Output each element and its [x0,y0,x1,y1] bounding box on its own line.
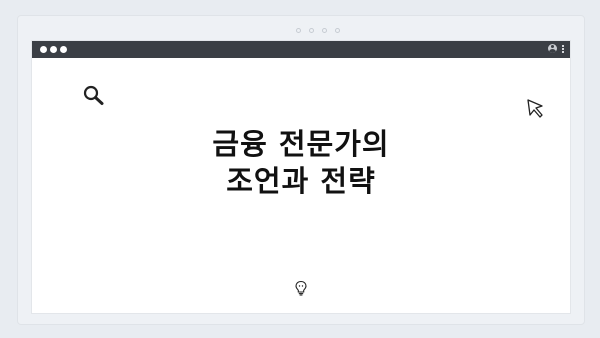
maximize-dot[interactable] [60,46,67,53]
headline-line-2: 조언과 전략 [226,164,376,198]
frame-dot [309,28,314,33]
headline-line-1: 금융 전문가의 [212,127,390,161]
headline: 금융 전문가의 조언과 전략 [32,126,570,200]
search-icon[interactable] [82,85,106,107]
browser-window: 금융 전문가의 조언과 전략 [32,41,570,313]
user-icon[interactable] [548,44,557,53]
close-dot[interactable] [40,46,47,53]
frame-dot [335,28,340,33]
frame-dots [296,28,340,33]
title-bar [32,41,570,58]
kebab-menu-icon[interactable] [562,44,564,53]
cursor-icon [527,99,543,118]
frame-dot [296,28,301,33]
title-bar-icons [548,44,564,53]
window-controls [40,46,67,53]
lightbulb-icon [295,280,307,296]
minimize-dot[interactable] [50,46,57,53]
frame-dot [322,28,327,33]
